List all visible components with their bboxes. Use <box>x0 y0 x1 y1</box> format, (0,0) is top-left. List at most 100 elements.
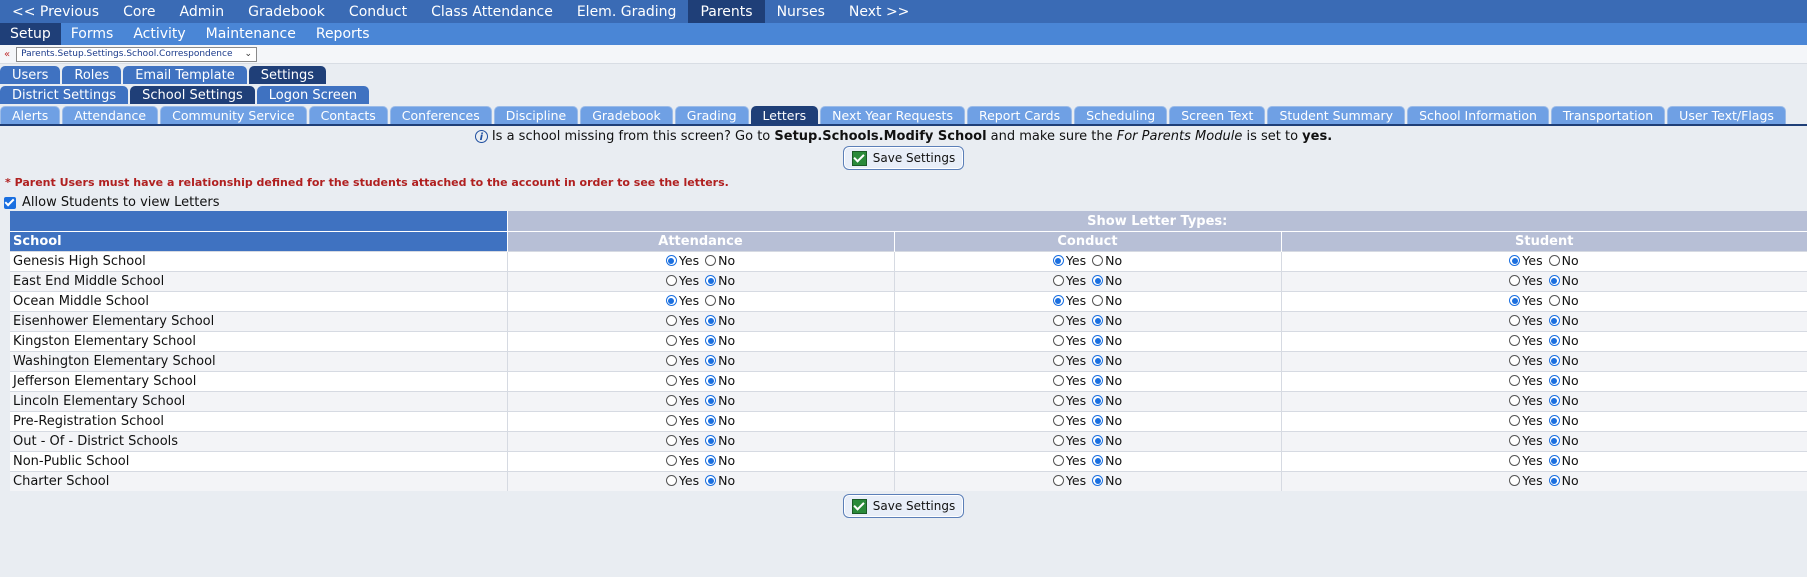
radio-yes-student[interactable]: Yes <box>1509 373 1543 388</box>
radio-button[interactable] <box>705 435 717 446</box>
radio-button[interactable] <box>1052 295 1064 306</box>
radio-button[interactable] <box>1092 335 1104 346</box>
topnav-next[interactable]: Next >> <box>837 0 922 23</box>
radio-no-attendance[interactable]: No <box>705 373 735 388</box>
radio-button[interactable] <box>1092 375 1104 386</box>
radio-button[interactable] <box>665 475 677 486</box>
radio-button[interactable] <box>1092 255 1104 266</box>
radio-button[interactable] <box>705 415 717 426</box>
tab-gradebook[interactable]: Gradebook <box>580 106 673 124</box>
radio-button[interactable] <box>665 435 677 446</box>
radio-yes-attendance[interactable]: Yes <box>665 453 699 468</box>
tab-alerts[interactable]: Alerts <box>0 106 61 124</box>
radio-no-conduct[interactable]: No <box>1092 353 1122 368</box>
radio-yes-conduct[interactable]: Yes <box>1052 413 1086 428</box>
tab-email-template[interactable]: Email Template <box>123 66 247 84</box>
topnav-core[interactable]: Core <box>111 0 167 23</box>
radio-no-conduct[interactable]: No <box>1092 393 1122 408</box>
tab-users[interactable]: Users <box>0 66 61 84</box>
radio-no-student[interactable]: No <box>1548 453 1579 468</box>
radio-button[interactable] <box>1548 355 1560 366</box>
radio-button[interactable] <box>1092 355 1104 366</box>
radio-yes-student[interactable]: Yes <box>1509 473 1543 488</box>
radio-yes-student[interactable]: Yes <box>1509 453 1543 468</box>
radio-no-student[interactable]: No <box>1548 433 1579 448</box>
radio-no-attendance[interactable]: No <box>705 433 735 448</box>
radio-button[interactable] <box>1548 415 1560 426</box>
radio-yes-student[interactable]: Yes <box>1509 353 1543 368</box>
radio-no-conduct[interactable]: No <box>1092 453 1122 468</box>
radio-button[interactable] <box>665 255 677 266</box>
tab-school-settings[interactable]: School Settings <box>130 86 255 104</box>
radio-button[interactable] <box>1509 255 1521 266</box>
subnav-maintenance[interactable]: Maintenance <box>196 23 306 45</box>
radio-button[interactable] <box>1052 255 1064 266</box>
radio-no-attendance[interactable]: No <box>705 353 735 368</box>
radio-yes-student[interactable]: Yes <box>1509 433 1543 448</box>
topnav-conduct[interactable]: Conduct <box>337 0 419 23</box>
radio-button[interactable] <box>1548 395 1560 406</box>
radio-button[interactable] <box>1092 295 1104 306</box>
radio-button[interactable] <box>1509 315 1521 326</box>
tab-school-information[interactable]: School Information <box>1407 106 1549 124</box>
radio-button[interactable] <box>1548 295 1560 306</box>
tab-district-settings[interactable]: District Settings <box>0 86 129 104</box>
radio-no-student[interactable]: No <box>1548 413 1579 428</box>
radio-button[interactable] <box>1052 355 1064 366</box>
radio-button[interactable] <box>705 295 717 306</box>
radio-button[interactable] <box>665 335 677 346</box>
radio-button[interactable] <box>1052 375 1064 386</box>
radio-button[interactable] <box>1509 395 1521 406</box>
radio-button[interactable] <box>1052 455 1064 466</box>
radio-button[interactable] <box>1052 395 1064 406</box>
radio-no-student[interactable]: No <box>1548 373 1579 388</box>
radio-yes-conduct[interactable]: Yes <box>1052 453 1086 468</box>
radio-button[interactable] <box>705 315 717 326</box>
radio-button[interactable] <box>1509 335 1521 346</box>
radio-button[interactable] <box>1092 415 1104 426</box>
radio-yes-attendance[interactable]: Yes <box>665 313 699 328</box>
tab-community-service[interactable]: Community Service <box>160 106 307 124</box>
topnav-admin[interactable]: Admin <box>167 0 236 23</box>
radio-yes-student[interactable]: Yes <box>1509 273 1543 288</box>
subnav-forms[interactable]: Forms <box>61 23 124 45</box>
topnav-nurses[interactable]: Nurses <box>765 0 837 23</box>
radio-yes-conduct[interactable]: Yes <box>1052 333 1086 348</box>
radio-yes-attendance[interactable]: Yes <box>665 433 699 448</box>
radio-no-attendance[interactable]: No <box>705 413 735 428</box>
radio-yes-attendance[interactable]: Yes <box>665 353 699 368</box>
radio-yes-conduct[interactable]: Yes <box>1052 433 1086 448</box>
allow-students-checkbox[interactable] <box>4 196 16 209</box>
radio-no-student[interactable]: No <box>1548 273 1579 288</box>
radio-yes-student[interactable]: Yes <box>1509 413 1543 428</box>
radio-button[interactable] <box>1548 375 1560 386</box>
radio-yes-conduct[interactable]: Yes <box>1052 273 1086 288</box>
radio-no-attendance[interactable]: No <box>705 453 735 468</box>
radio-button[interactable] <box>705 255 717 266</box>
tab-grading[interactable]: Grading <box>674 106 749 124</box>
radio-button[interactable] <box>1548 275 1560 286</box>
tab-conferences[interactable]: Conferences <box>389 106 492 124</box>
radio-yes-attendance[interactable]: Yes <box>665 333 699 348</box>
radio-no-attendance[interactable]: No <box>705 473 735 488</box>
radio-yes-attendance[interactable]: Yes <box>665 293 699 308</box>
radio-yes-attendance[interactable]: Yes <box>665 273 699 288</box>
radio-button[interactable] <box>1509 475 1521 486</box>
radio-button[interactable] <box>1052 275 1064 286</box>
radio-no-conduct[interactable]: No <box>1092 253 1122 268</box>
radio-button[interactable] <box>705 335 717 346</box>
radio-no-student[interactable]: No <box>1548 393 1579 408</box>
radio-button[interactable] <box>1509 275 1521 286</box>
radio-no-attendance[interactable]: No <box>705 253 735 268</box>
topnav-gradebook[interactable]: Gradebook <box>236 0 337 23</box>
radio-yes-attendance[interactable]: Yes <box>665 393 699 408</box>
radio-yes-student[interactable]: Yes <box>1509 313 1543 328</box>
radio-no-attendance[interactable]: No <box>705 333 735 348</box>
radio-yes-conduct[interactable]: Yes <box>1052 253 1086 268</box>
radio-yes-attendance[interactable]: Yes <box>665 373 699 388</box>
radio-button[interactable] <box>1548 255 1560 266</box>
radio-no-student[interactable]: No <box>1548 353 1579 368</box>
radio-no-student[interactable]: No <box>1548 333 1579 348</box>
tab-screen-text[interactable]: Screen Text <box>1169 106 1266 124</box>
radio-yes-conduct[interactable]: Yes <box>1052 353 1086 368</box>
